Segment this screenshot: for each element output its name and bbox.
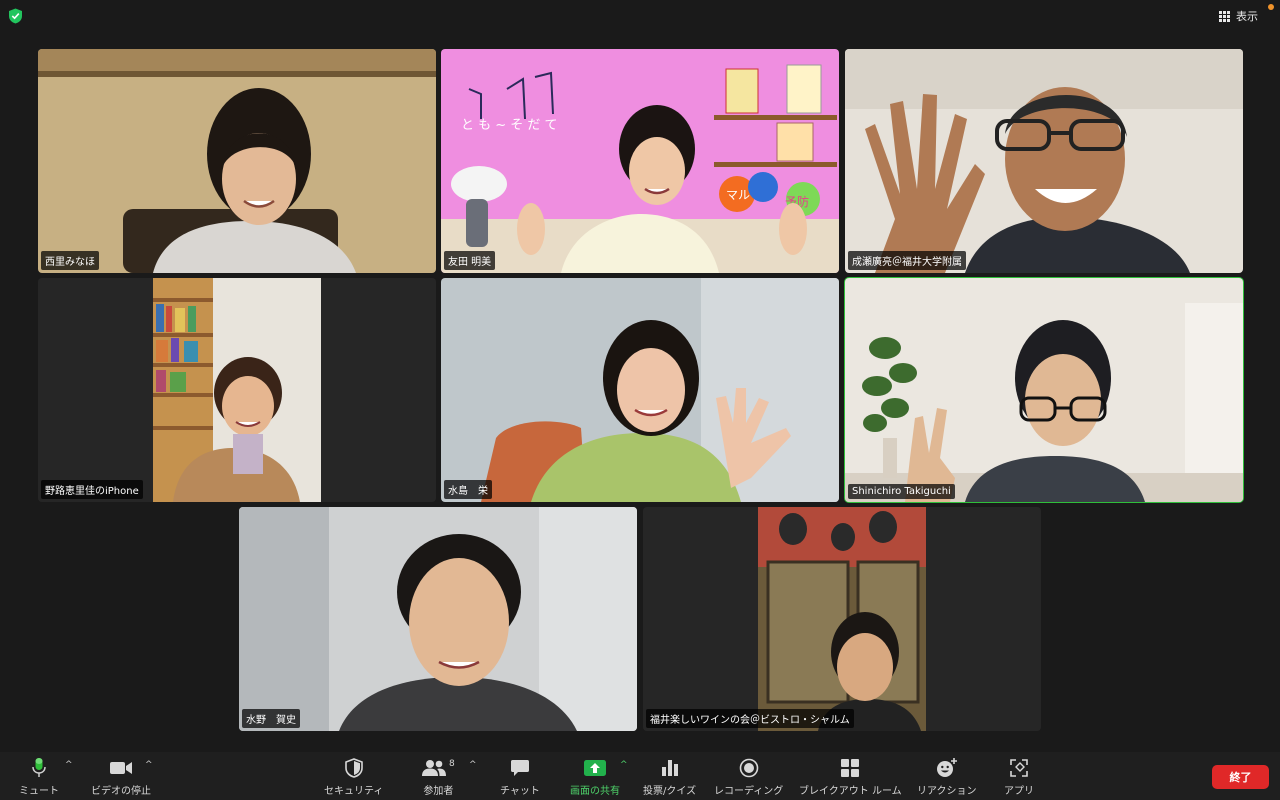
video-tile[interactable]: 西里みなほ <box>38 49 436 273</box>
view-button[interactable]: 表示 <box>1219 8 1258 24</box>
apps-icon <box>1010 759 1028 777</box>
participant-name: 成瀬廣亮＠福井大学附属 <box>848 251 966 270</box>
audio-options-chevron-icon[interactable]: ^ <box>65 760 73 770</box>
breakout-rooms-button[interactable]: ブレイクアウト ルーム <box>799 756 902 797</box>
stop-video-button[interactable]: ビデオの停止 <box>91 756 151 797</box>
encryption-shield-icon[interactable] <box>8 8 23 24</box>
meeting-toolbar: ミュート ^ ビデオの停止 ^ セキュリティ 8 参加者 ^ チャット 画面の共… <box>0 752 1280 800</box>
participant-name: 水野 賀史 <box>242 709 300 728</box>
chat-button[interactable]: チャット <box>500 756 540 797</box>
participant-name: 水島 栄 <box>444 480 492 499</box>
video-camera-icon <box>110 762 132 774</box>
share-options-chevron-icon[interactable]: ^ <box>620 760 628 770</box>
polls-button[interactable]: 投票/クイズ <box>643 756 696 797</box>
participant-video <box>845 278 1243 502</box>
participants-options-chevron-icon[interactable]: ^ <box>469 760 477 770</box>
background-wave-text: と も ~ そ だ て <box>461 118 558 133</box>
top-bar: 表示 <box>0 0 1280 32</box>
participants-label: 参加者 <box>423 786 454 797</box>
participants-icon <box>422 760 446 776</box>
breakout-label: ブレイクアウト ルーム <box>799 786 902 797</box>
breakout-rooms-icon <box>841 759 860 777</box>
share-screen-label: 画面の共有 <box>570 786 620 797</box>
mute-label: ミュート <box>19 786 59 797</box>
polls-label: 投票/クイズ <box>643 786 697 797</box>
participant-name: 野路恵里佳のiPhone <box>41 480 143 499</box>
video-options-chevron-icon[interactable]: ^ <box>145 760 153 770</box>
end-meeting-button[interactable]: 終了 <box>1212 765 1269 789</box>
participant-name: 福井楽しいワインの会＠ビストロ・シャルム <box>646 709 854 728</box>
mute-button[interactable]: ミュート <box>19 756 59 797</box>
video-stop-label: ビデオの停止 <box>91 786 151 797</box>
record-button[interactable]: レコーディング <box>714 756 783 797</box>
bar-chart-icon <box>661 760 678 776</box>
record-icon <box>739 758 758 778</box>
apps-button[interactable]: アプリ <box>1004 756 1034 797</box>
chat-bubble-icon <box>510 760 529 776</box>
notification-dot <box>1268 4 1274 10</box>
video-tile-active-speaker[interactable]: Shinichiro Takiguchi <box>844 277 1244 503</box>
apps-label: アプリ <box>1004 786 1034 797</box>
participant-name: 西里みなほ <box>41 251 99 270</box>
security-button[interactable]: セキュリティ <box>324 756 383 797</box>
participant-video <box>239 507 637 731</box>
view-label: 表示 <box>1236 10 1258 23</box>
shield-icon <box>344 758 363 778</box>
chat-label: チャット <box>500 786 540 797</box>
participant-video <box>845 49 1243 273</box>
participant-name: 友田 明美 <box>444 251 496 270</box>
participant-video <box>643 507 1041 731</box>
video-tile[interactable]: 野路恵里佳のiPhone <box>38 278 436 502</box>
video-tile[interactable]: 水野 賀史 <box>239 507 637 731</box>
share-screen-icon <box>584 760 606 776</box>
participant-video <box>38 49 436 273</box>
microphone-icon <box>32 758 46 777</box>
reactions-button[interactable]: リアクション <box>917 756 977 797</box>
video-tile[interactable]: 福井楽しいワインの会＠ビストロ・シャルム <box>643 507 1041 731</box>
security-label: セキュリティ <box>324 786 384 797</box>
participant-video <box>38 278 436 502</box>
reactions-label: リアクション <box>917 786 977 797</box>
participant-video: と も ~ そ だ て マル 予防 <box>441 49 839 273</box>
grid-view-icon <box>1219 10 1230 22</box>
share-screen-button[interactable]: 画面の共有 <box>570 756 620 797</box>
video-tile[interactable]: 水島 栄 <box>441 278 839 502</box>
participant-video <box>441 278 839 502</box>
video-tile[interactable]: と も ~ そ だ て マル 予防 友田 明美 <box>441 49 839 273</box>
emoji-reaction-icon <box>936 758 957 777</box>
participants-count: 8 <box>449 759 455 769</box>
video-tile[interactable]: 成瀬廣亮＠福井大学附属 <box>845 49 1243 273</box>
participant-name: Shinichiro Takiguchi <box>848 484 955 499</box>
participants-button[interactable]: 8 参加者 <box>422 756 455 797</box>
recording-label: レコーディング <box>714 786 784 797</box>
background-badge-text: マル <box>726 188 750 202</box>
